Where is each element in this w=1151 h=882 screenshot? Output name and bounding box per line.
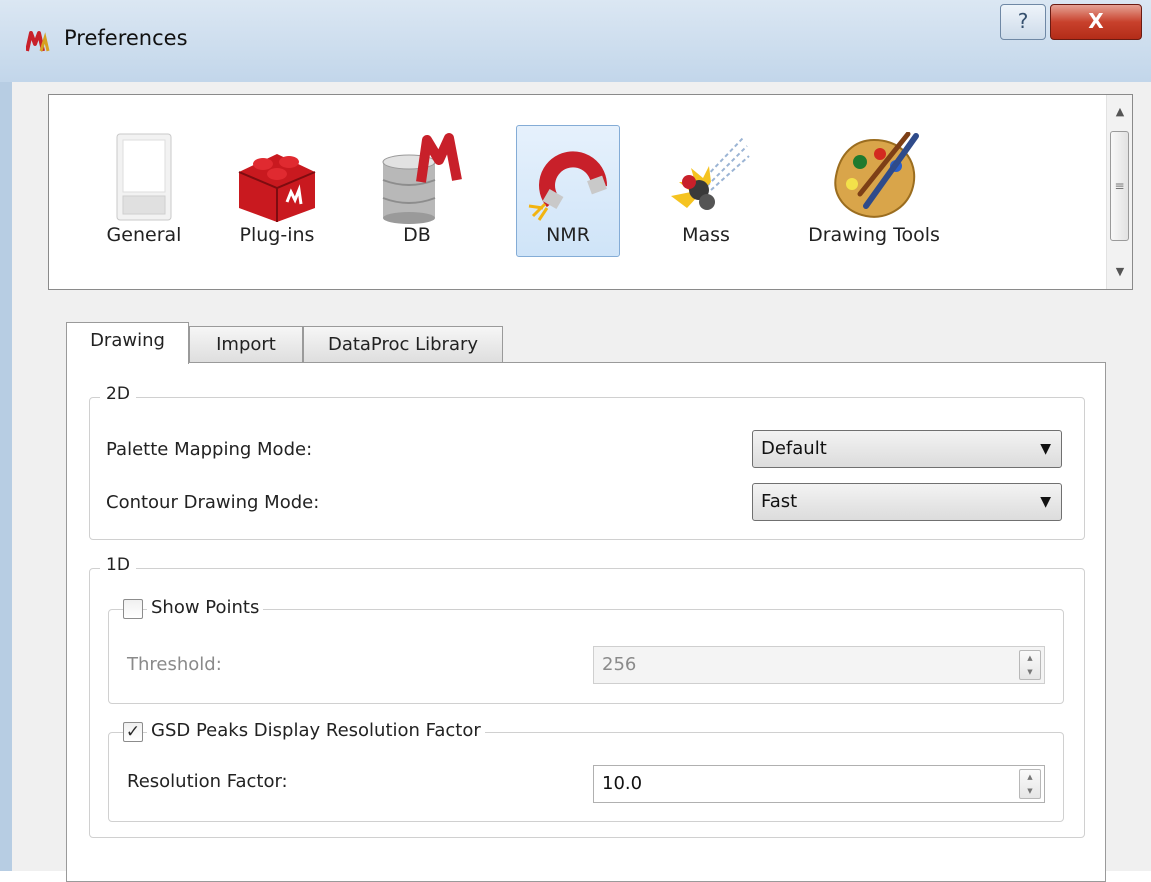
db-icon	[382, 133, 462, 224]
preferences-window: Preferences ? X General Plug-ins DB NMR …	[0, 0, 1151, 882]
scroll-down-arrow-icon[interactable]: ▼	[1107, 259, 1133, 285]
group-2d-title: 2D	[100, 384, 136, 404]
show-points-label: Show Points	[147, 597, 264, 618]
category-drawing-tools[interactable]: Drawing Tools	[789, 125, 959, 257]
category-plugins[interactable]: Plug-ins	[217, 125, 337, 257]
show-points-checkbox[interactable]	[123, 599, 143, 619]
palette-mapping-mode-select[interactable]: Default ▼	[752, 430, 1062, 468]
icon-strip-scrollbar[interactable]: ▲ ≡ ▼	[1106, 95, 1132, 289]
gsd-resolution-checkbox[interactable]: ✓	[123, 722, 143, 742]
dialog-client-area: General Plug-ins DB NMR Mass Drawing Too…	[12, 82, 1151, 882]
category-label: General	[106, 224, 182, 246]
resolution-factor-label: Resolution Factor:	[127, 771, 288, 792]
category-icon-strip: General Plug-ins DB NMR Mass Drawing Too…	[48, 94, 1133, 290]
nmr-magnet-icon	[528, 151, 608, 221]
category-db[interactable]: DB	[367, 125, 467, 257]
plugins-icon	[238, 154, 316, 222]
category-label: Drawing Tools	[808, 224, 940, 246]
group-1d-title: 1D	[100, 555, 136, 575]
palette-mapping-mode-value: Default	[761, 438, 827, 459]
tab-import[interactable]: Import	[189, 326, 303, 364]
chevron-down-icon: ▼	[1040, 441, 1051, 457]
spin-arrows-icon[interactable]: ▲ ▼	[1019, 769, 1041, 799]
title-bar: Preferences ? X	[0, 0, 1151, 82]
close-button[interactable]: X	[1050, 4, 1142, 40]
chevron-down-icon: ▼	[1040, 494, 1051, 510]
group-2d: 2D Palette Mapping Mode: Default ▼ Conto…	[89, 384, 1085, 540]
mass-icon	[671, 137, 750, 210]
scroll-up-arrow-icon[interactable]: ▲	[1107, 99, 1133, 125]
palette-icon	[834, 132, 919, 218]
show-points-group: Show Points Threshold: 256 ▲ ▼	[108, 597, 1064, 704]
gsd-resolution-group: ✓ GSD Peaks Display Resolution Factor Re…	[108, 720, 1064, 822]
category-label: NMR	[546, 224, 590, 246]
scroll-thumb[interactable]: ≡	[1110, 131, 1129, 241]
contour-drawing-mode-label: Contour Drawing Mode:	[106, 492, 320, 513]
gsd-resolution-label: GSD Peaks Display Resolution Factor	[147, 720, 485, 741]
threshold-value: 256	[602, 654, 637, 675]
category-nmr[interactable]: NMR	[516, 125, 620, 257]
category-label: Plug-ins	[239, 224, 315, 246]
help-button[interactable]: ?	[1000, 4, 1046, 40]
contour-drawing-mode-select[interactable]: Fast ▼	[752, 483, 1062, 521]
palette-mapping-mode-label: Palette Mapping Mode:	[106, 439, 313, 460]
category-mass[interactable]: Mass	[656, 125, 756, 257]
resolution-factor-value: 10.0	[602, 773, 643, 794]
spin-arrows-icon[interactable]: ▲ ▼	[1019, 650, 1041, 680]
group-1d: 1D Show Points Threshold: 256 ▲ ▼ ✓ GSD P…	[89, 555, 1085, 838]
threshold-label: Threshold:	[127, 654, 222, 675]
contour-drawing-mode-value: Fast	[761, 491, 798, 512]
threshold-spinbox[interactable]: 256 ▲ ▼	[593, 646, 1045, 684]
app-logo-icon	[26, 31, 50, 52]
resolution-factor-spinbox[interactable]: 10.0 ▲ ▼	[593, 765, 1045, 803]
category-label: DB	[403, 224, 431, 246]
tab-drawing[interactable]: Drawing	[66, 322, 189, 364]
category-general[interactable]: General	[89, 125, 199, 257]
tab-dataproc-library[interactable]: DataProc Library	[303, 326, 503, 364]
category-label: Mass	[682, 224, 730, 246]
general-icon	[116, 133, 172, 221]
window-title: Preferences	[64, 26, 188, 50]
drawing-tab-panel: 2D Palette Mapping Mode: Default ▼ Conto…	[66, 362, 1106, 882]
